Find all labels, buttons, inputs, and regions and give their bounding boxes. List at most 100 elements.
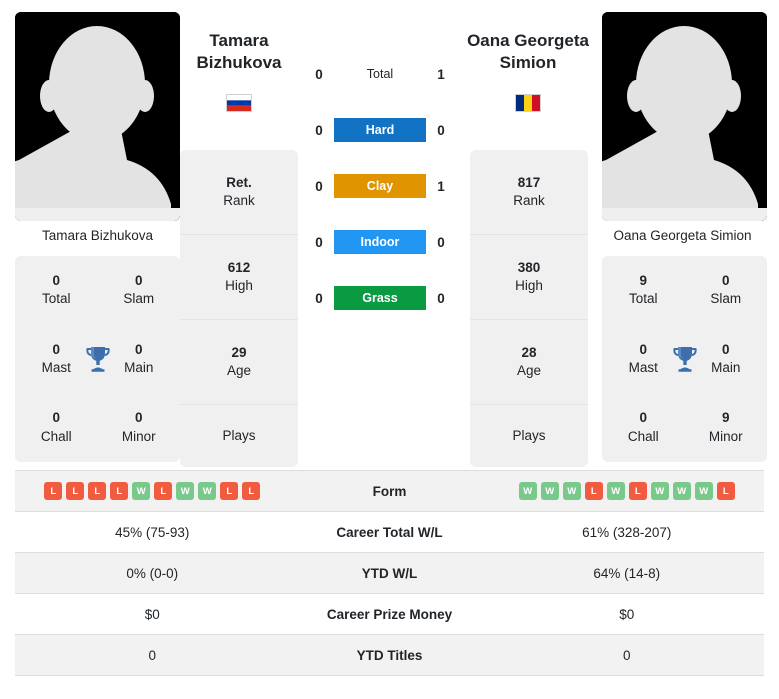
player-avatar-placeholder-icon [602,12,767,221]
info-age-value-left: 29 [231,344,247,360]
titles-total-right: 9 Total [602,272,685,308]
form-badge-right-1: W [540,482,559,500]
stat-label-ytd-titles: YTD Titles [356,647,423,663]
surface-breakdown: 0 Total 1 0 Hard 0 0 Clay 1 0 Indoor 0 0 [300,60,460,312]
player-name-left-line2: Bizhukova [196,52,282,72]
surface-score-left-hard: 0 [315,122,323,138]
info-age-left: 29 Age [180,320,298,405]
surface-row-indoor: 0 Indoor 0 [300,228,460,256]
titles-minor-value-left: 0 [134,410,143,426]
titles-chall-right: 0 Chall [602,409,685,445]
stat-label-career-prize-money: Career Prize Money [326,606,453,622]
form-badge-left-0: L [44,482,63,500]
form-badge-left-1: L [66,482,85,500]
surface-label-clay[interactable]: Clay [334,174,426,198]
titles-total-value-left: 0 [52,273,60,289]
player-flag-right-wrap [453,94,603,112]
form-badge-right-7: W [672,482,691,500]
player-info-panel-right: 817 Rank 380 High 28 Age Plays [470,150,588,467]
titles-slam-label-right: Slam [710,291,742,307]
player-name-right[interactable]: Oana Georgeta Simion [453,30,603,74]
titles-total-left: 0 Total [15,272,98,308]
stat-label-career-total-wl: Career Total W/L [336,524,443,540]
titles-total-value-right: 9 [639,273,647,289]
surface-label-total[interactable]: Total [334,62,426,86]
player-name-right-line2: Simion [499,52,557,72]
surface-score-right-clay: 1 [437,178,445,194]
form-cell-left: LLLLWLWWLL [15,482,290,500]
career-total-wl-right: 61% (328-207) [582,524,672,540]
titles-slam-label-left: Slam [123,291,155,307]
info-plays-left: Plays [180,405,298,467]
titles-minor-label-right: Minor [708,428,743,444]
surface-score-right-indoor: 0 [437,234,445,250]
career-prize-money-left: $0 [144,606,160,622]
form-badge-left-4: W [132,482,151,500]
surface-label-hard[interactable]: Hard [334,118,426,142]
info-high-right: 380 High [470,235,588,320]
surface-row-total: 0 Total 1 [300,60,460,88]
titles-slam-value-left: 0 [134,273,143,289]
info-plays-label-right: Plays [512,427,546,443]
career-total-wl-left: 45% (75-93) [115,524,190,540]
player-photo-caption-left: Tamara Bizhukova [41,228,154,243]
titles-chall-value-left: 0 [52,410,60,426]
surface-label-indoor[interactable]: Indoor [334,230,426,254]
player-photo-left[interactable] [15,12,180,221]
surface-label-grass[interactable]: Grass [334,286,426,310]
titles-minor-value-right: 9 [721,410,730,426]
titles-total-label-right: Total [628,291,658,307]
info-high-label-right: High [515,278,543,293]
player-photo-right[interactable] [602,12,767,221]
titles-slam-value-right: 0 [721,273,730,289]
info-rank-right: 817 Rank [470,150,588,235]
info-rank-value-right: 817 [517,174,541,190]
form-badge-left-9: L [242,482,261,500]
info-rank-label-right: Rank [513,193,545,208]
titles-chall-label-left: Chall [40,428,72,444]
career-prize-money-right: $0 [619,606,635,622]
form-badge-right-3: L [584,482,603,500]
form-badges-left: LLLLWLWWLL [44,482,261,500]
player-name-left[interactable]: Tamara Bizhukova [164,30,314,74]
player-photo-caption-right: Oana Georgeta Simion [613,228,752,243]
info-age-value-right: 28 [521,344,537,360]
comparison-stats-table: LLLLWLWWLL Form WWWLWLWWWL 45% (75-93) C… [15,470,764,676]
titles-slam-left: 0 Slam [98,272,181,308]
form-badge-right-5: L [628,482,647,500]
surface-score-left-indoor: 0 [315,234,323,250]
info-high-label-left: High [225,278,253,293]
form-cell-right: WWWLWLWWWL [490,482,765,500]
surface-row-clay: 0 Clay 1 [300,172,460,200]
info-age-label-right: Age [516,363,542,378]
info-plays-right: Plays [470,405,588,467]
table-row: $0 Career Prize Money $0 [15,594,764,635]
table-row: LLLLWLWWLL Form WWWLWLWWWL [15,471,764,512]
table-row: 0% (0-0) YTD W/L 64% (14-8) [15,553,764,594]
info-high-value-right: 380 [517,259,541,275]
titles-slam-right: 0 Slam [685,272,768,308]
surface-row-hard: 0 Hard 0 [300,116,460,144]
form-badge-left-5: L [154,482,173,500]
titles-panel-left: 0 Total 0 Slam 0 Mast 0 Main 0 Chall 0 M… [15,256,180,462]
table-row: 0 YTD Titles 0 [15,635,764,676]
ytd-titles-left: 0 [148,647,156,663]
info-age-right: 28 Age [470,320,588,405]
form-badge-right-0: W [518,482,537,500]
surface-score-right-hard: 0 [437,122,445,138]
player-name-left-line1: Tamara [209,31,269,50]
form-badge-right-9: L [716,482,735,500]
stat-label-ytd-wl: YTD W/L [361,565,418,581]
info-rank-label-left: Rank [223,193,255,208]
titles-minor-left: 0 Minor [98,409,181,445]
ytd-wl-left: 0% (0-0) [126,565,179,581]
form-badge-left-2: L [88,482,107,500]
surface-score-left-grass: 0 [315,290,323,306]
titles-minor-right: 9 Minor [685,409,768,445]
form-badge-right-6: W [650,482,669,500]
titles-chall-left: 0 Chall [15,409,98,445]
trophy-icon [85,347,110,372]
form-badge-left-7: W [198,482,217,500]
form-badge-left-8: L [220,482,239,500]
form-badge-right-8: W [694,482,713,500]
